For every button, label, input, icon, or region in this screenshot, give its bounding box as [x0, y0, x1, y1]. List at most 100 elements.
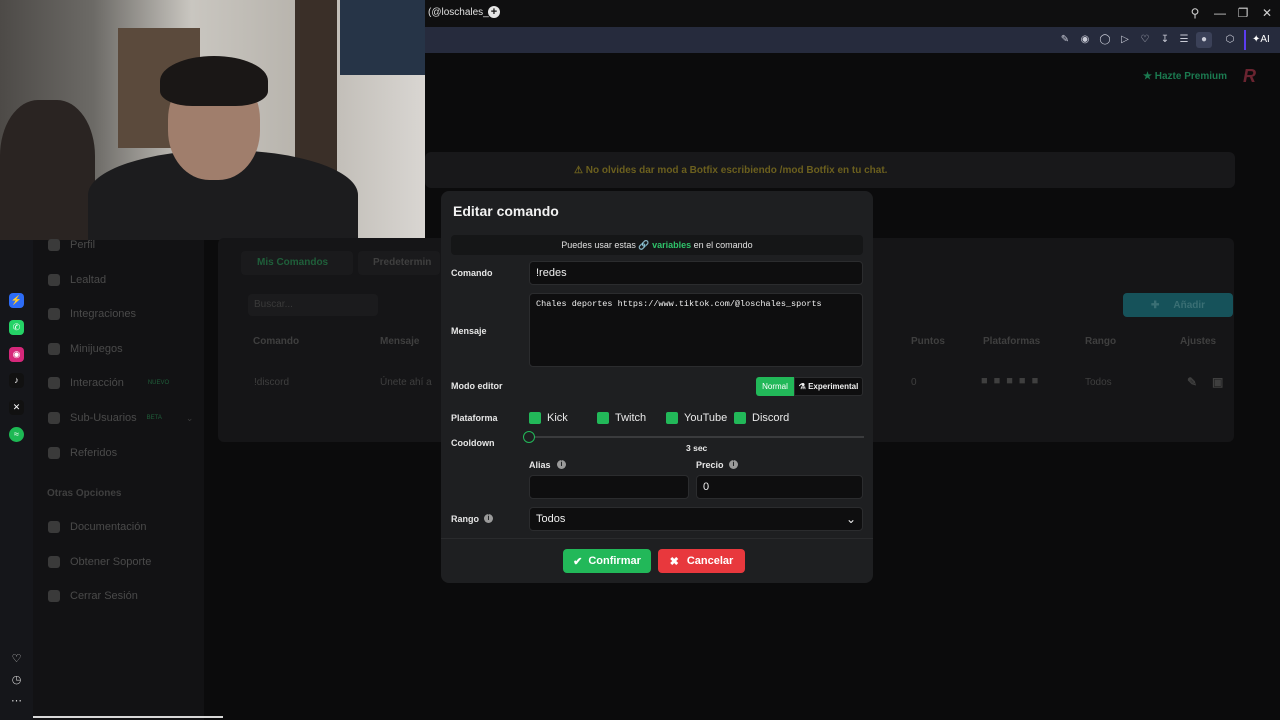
menu-icon[interactable]: ☰ — [1176, 32, 1192, 48]
heart-dock-icon[interactable]: ♡ — [9, 652, 24, 667]
tab-predeterminados[interactable]: Predetermin — [358, 251, 440, 275]
search-input[interactable]: Buscar... — [248, 294, 378, 316]
comando-label: Comando — [451, 268, 493, 278]
sidebar-item-sub-usuarios[interactable]: Sub-Usuarios BETA ⌄ — [48, 409, 193, 427]
webcam-person-left — [0, 100, 95, 240]
col-header-puntos[interactable]: Puntos — [911, 336, 945, 347]
col-header-plataformas[interactable]: Plataformas — [983, 336, 1040, 347]
comando-input[interactable] — [529, 261, 863, 285]
sidebar-item-integraciones[interactable]: Integraciones — [48, 305, 136, 323]
info-prefix: Puedes usar estas — [561, 240, 636, 250]
tiktok-icon[interactable]: ♪ — [9, 373, 24, 388]
minimize-icon[interactable]: — — [1211, 4, 1229, 22]
col-header-rango[interactable]: Rango — [1085, 336, 1116, 347]
avatar[interactable]: R — [1243, 66, 1269, 88]
mensaje-textarea[interactable]: Chales deportes https://www.tiktok.com/@… — [529, 293, 863, 367]
sidebar-item-lealtad[interactable]: Lealtad — [48, 271, 106, 289]
link-icon: 🔗 — [638, 240, 650, 250]
confirm-button[interactable]: ✔ Confirmar — [563, 549, 651, 573]
row-rango: Todos — [1085, 377, 1112, 388]
sidebar-item-interaccion[interactable]: Interacción NUEVO — [48, 374, 169, 392]
x-icon[interactable]: ✕ — [9, 400, 24, 415]
precio-label: Precio — [696, 460, 724, 470]
youtube-label: YouTube — [684, 412, 728, 424]
gamepad-icon — [48, 343, 60, 355]
twitch-checkbox[interactable] — [597, 412, 609, 424]
add-button[interactable]: ✚ Añadir — [1123, 293, 1233, 317]
col-header-comando[interactable]: Comando — [253, 336, 299, 347]
precio-input[interactable] — [696, 475, 863, 499]
sidebar-item-label: Perfil — [70, 239, 96, 251]
precio-info-icon[interactable]: i — [729, 460, 738, 469]
discord-checkbox[interactable] — [734, 412, 746, 424]
plus-icon: ✚ — [1150, 299, 1160, 311]
chevron-down-icon[interactable]: ⌄ — [186, 413, 194, 424]
tab-mis-comandos[interactable]: Mis Comandos — [241, 251, 353, 275]
music-icon — [48, 377, 60, 389]
ai-button[interactable]: ✦AI — [1252, 31, 1278, 49]
sidebar-item-referidos[interactable]: Referidos — [48, 444, 117, 462]
experimental-label: Experimental — [808, 382, 859, 391]
rango-label: Rango — [451, 514, 479, 524]
plataforma-label: Plataforma — [451, 413, 498, 423]
browser-search-icon[interactable]: ⚲ — [1186, 4, 1204, 22]
more-icon[interactable]: ⋯ — [9, 694, 24, 709]
cancel-button[interactable]: ✖ Cancelar — [658, 549, 745, 573]
camera-icon[interactable]: ◉ — [1077, 32, 1093, 48]
cooldown-slider-thumb[interactable] — [523, 431, 535, 443]
cooldown-value: 3 sec — [686, 443, 708, 453]
kick-checkbox[interactable] — [529, 412, 541, 424]
messenger-icon[interactable]: ⚡ — [9, 293, 24, 308]
rango-select[interactable]: Todos ⌄ — [529, 507, 863, 531]
heart-icon[interactable]: ♡ — [1137, 32, 1153, 48]
alias-input[interactable] — [529, 475, 689, 499]
warning-icon: ⚠ — [574, 165, 586, 176]
app-dock — [0, 240, 33, 720]
cooldown-slider-track[interactable] — [529, 436, 864, 438]
sidebar-heading-other: Otras Opciones — [47, 488, 122, 499]
webcam-poster — [340, 0, 425, 75]
group-icon — [48, 447, 60, 459]
profile-icon[interactable]: ● — [1196, 32, 1212, 48]
plug-icon — [48, 308, 60, 320]
whatsapp-icon[interactable]: ✆ — [9, 320, 24, 335]
editor-mode-experimental-button[interactable]: ⚗ Experimental — [794, 377, 863, 396]
modal-title: Editar comando — [453, 203, 559, 219]
rango-info-icon[interactable]: i — [484, 514, 493, 523]
delete-row-icon[interactable]: ▣ — [1212, 375, 1223, 389]
download-icon[interactable]: ↧ — [1157, 32, 1173, 48]
webcam-person-hair — [160, 56, 268, 106]
editor-mode-normal-button[interactable]: Normal — [756, 377, 794, 396]
premium-link[interactable]: ★ Hazte Premium — [1143, 71, 1227, 82]
cooldown-label: Cooldown — [451, 438, 495, 448]
close-icon[interactable]: ✕ — [1258, 4, 1276, 22]
extension-icon[interactable]: ⬡ — [1222, 32, 1238, 48]
edit-icon[interactable]: ✎ — [1057, 32, 1073, 48]
premium-label: Hazte Premium — [1154, 71, 1227, 82]
sidebar-item-label: Integraciones — [70, 308, 137, 320]
youtube-checkbox[interactable] — [666, 412, 678, 424]
spotify-icon[interactable]: ≈ — [9, 427, 24, 442]
instagram-icon[interactable]: ◉ — [9, 347, 24, 362]
col-header-mensaje[interactable]: Mensaje — [380, 336, 419, 347]
new-tab-button[interactable]: + — [488, 6, 500, 18]
alias-info-icon[interactable]: i — [557, 460, 566, 469]
history-icon[interactable]: ◷ — [9, 673, 24, 688]
star-icon: ★ — [1143, 71, 1155, 82]
sidebar-item-label: Interacción — [70, 377, 124, 389]
sidebar-item-minijuegos[interactable]: Minijuegos — [48, 340, 123, 358]
sidebar-item-documentacion[interactable]: Documentación — [48, 518, 146, 536]
variables-link[interactable]: 🔗 variables — [638, 240, 691, 250]
edit-row-icon[interactable]: ✎ — [1187, 375, 1197, 389]
restore-icon[interactable]: ❐ — [1234, 4, 1252, 22]
sidebar-item-cerrar-sesion[interactable]: Cerrar Sesión — [48, 587, 138, 605]
sidebar-item-perfil[interactable]: Perfil — [48, 236, 95, 254]
shield-icon[interactable]: ◯ — [1097, 32, 1113, 48]
sidebar-item-soporte[interactable]: Obtener Soporte — [48, 553, 151, 571]
confirm-label: Confirmar — [588, 555, 641, 567]
users-icon — [48, 412, 60, 424]
help-icon — [48, 556, 60, 568]
beta-badge: BETA — [146, 415, 162, 421]
toolbar-accent — [1244, 30, 1246, 50]
play-icon[interactable]: ▷ — [1117, 32, 1133, 48]
